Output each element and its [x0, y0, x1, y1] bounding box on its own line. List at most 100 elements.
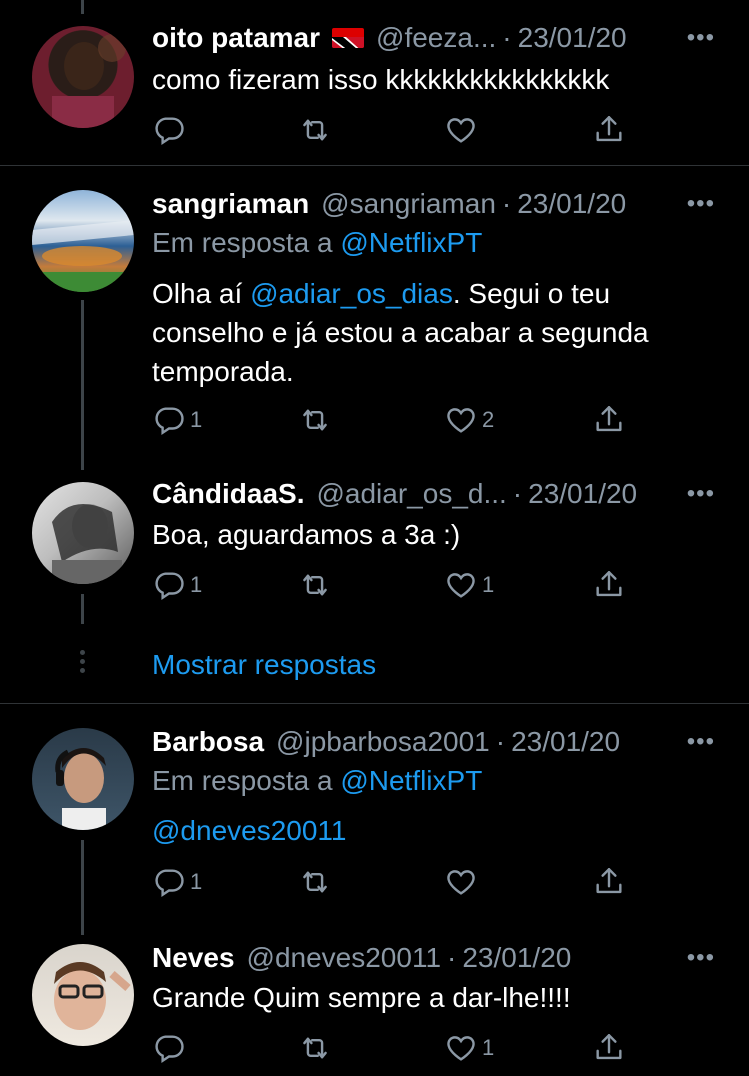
- reply-count: 1: [190, 869, 203, 894]
- separator: ·: [495, 726, 506, 757]
- retweet-icon: [298, 1031, 332, 1065]
- avatar-image: [54, 962, 131, 1030]
- tweet[interactable]: CândidaaS. @adiar_os_d... · 23/01/20 •••…: [0, 466, 749, 646]
- user-handle[interactable]: @adiar_os_d...: [316, 474, 506, 514]
- mention-link[interactable]: @adiar_os_dias: [250, 278, 453, 309]
- retweet-button[interactable]: [298, 1028, 332, 1068]
- heart-icon: [444, 1031, 478, 1065]
- heart-icon: [444, 568, 478, 602]
- retweet-button[interactable]: [298, 862, 332, 902]
- user-handle[interactable]: @feeza...: [376, 18, 496, 58]
- more-options-icon[interactable]: •••: [687, 474, 715, 514]
- user-handle[interactable]: @sangriaman: [321, 184, 496, 224]
- more-options-icon[interactable]: •••: [687, 722, 715, 762]
- tweet-text: Grande Quim sempre a dar-lhe!!!!: [152, 982, 571, 1013]
- share-button[interactable]: [592, 565, 626, 605]
- tweet-date[interactable]: 23/01/20: [528, 474, 637, 514]
- avatar-image: [52, 34, 126, 128]
- share-button[interactable]: [592, 110, 626, 150]
- like-button[interactable]: [444, 862, 482, 902]
- avatar[interactable]: [32, 26, 134, 128]
- reply-icon: [152, 403, 186, 437]
- display-name[interactable]: CândidaaS.: [152, 474, 304, 514]
- tweet-actions: 1 1: [152, 565, 632, 605]
- reply-prefix: Em resposta a: [152, 765, 341, 796]
- reply-icon: [152, 113, 186, 147]
- share-icon: [592, 1031, 626, 1065]
- reply-button[interactable]: [152, 110, 190, 150]
- text-segment: Olha aí: [152, 278, 251, 309]
- like-button[interactable]: [444, 110, 482, 150]
- separator: ·: [447, 942, 457, 973]
- tweet[interactable]: sangriaman @sangriaman · 23/01/20 ••• Em…: [0, 166, 749, 466]
- tweet-date[interactable]: 23/01/20: [517, 184, 626, 224]
- display-name[interactable]: sangriaman: [152, 184, 309, 224]
- avatar[interactable]: [32, 190, 134, 292]
- retweet-button[interactable]: [298, 110, 332, 150]
- tweet[interactable]: Barbosa @jpbarbosa2001 · 23/01/20 ••• Em…: [0, 704, 749, 936]
- user-handle[interactable]: @dneves20011: [247, 938, 442, 978]
- separator: ·: [502, 22, 512, 53]
- share-icon: [592, 865, 626, 899]
- show-replies-link[interactable]: Mostrar respostas: [152, 645, 376, 685]
- like-button[interactable]: 1: [444, 1028, 494, 1068]
- tweet-actions: 1: [152, 1028, 632, 1068]
- reply-icon: [152, 1031, 186, 1065]
- tweet-header: Neves @dneves20011 · 23/01/20: [152, 938, 749, 978]
- avatar-image: [32, 220, 134, 292]
- like-count: 2: [482, 407, 495, 432]
- retweet-icon: [298, 865, 332, 899]
- tweet-header: oito patamar @feeza... · 23/01/20: [152, 18, 749, 58]
- reply-to-mention[interactable]: @NetflixPT: [340, 227, 482, 258]
- reply-to-mention[interactable]: @NetflixPT: [340, 765, 482, 796]
- display-name[interactable]: oito patamar: [152, 18, 320, 58]
- avatar-image: [52, 504, 122, 584]
- share-button[interactable]: [592, 400, 626, 440]
- more-options-icon[interactable]: •••: [687, 938, 715, 978]
- avatar[interactable]: [32, 944, 134, 1046]
- tweet-header: sangriaman @sangriaman · 23/01/20: [152, 184, 749, 224]
- tweet[interactable]: oito patamar @feeza... · 23/01/20 ••• co…: [0, 0, 749, 165]
- reply-count: 1: [190, 572, 203, 597]
- reply-button[interactable]: 1: [152, 862, 202, 902]
- share-button[interactable]: [592, 1028, 626, 1068]
- share-icon: [592, 568, 626, 602]
- avatar[interactable]: [32, 482, 134, 584]
- tweet-text: @dneves20011: [152, 811, 712, 850]
- like-button[interactable]: 1: [444, 565, 494, 605]
- like-button[interactable]: 2: [444, 400, 494, 440]
- avatar[interactable]: [32, 728, 134, 830]
- flag-icon: [332, 28, 365, 48]
- tweet-actions: [152, 110, 632, 150]
- heart-icon: [444, 403, 478, 437]
- more-options-icon[interactable]: •••: [687, 18, 715, 58]
- reply-context: Em resposta a @NetflixPT: [152, 223, 482, 263]
- user-handle[interactable]: @jpbarbosa2001: [276, 722, 490, 762]
- reply-icon: [152, 865, 186, 899]
- retweet-button[interactable]: [298, 400, 332, 440]
- avatar-image: [55, 748, 106, 830]
- display-name[interactable]: Barbosa: [152, 722, 264, 762]
- reply-count: 1: [190, 407, 203, 432]
- reply-button[interactable]: 1: [152, 400, 202, 440]
- more-options-icon[interactable]: •••: [687, 184, 715, 224]
- reply-button[interactable]: [152, 1028, 190, 1068]
- retweet-button[interactable]: [298, 565, 332, 605]
- separator: ·: [501, 188, 512, 219]
- separator: ·: [512, 478, 523, 509]
- share-button[interactable]: [592, 862, 626, 902]
- reply-button[interactable]: 1: [152, 565, 202, 605]
- mention-link[interactable]: @dneves20011: [152, 815, 347, 846]
- tweet-text: Boa, aguardamos a 3a :): [152, 519, 461, 550]
- tweet-date[interactable]: 23/01/20: [462, 938, 571, 978]
- reply-icon: [152, 568, 186, 602]
- tweet[interactable]: Neves @dneves20011 · 23/01/20 ••• Grande…: [0, 936, 749, 1076]
- display-name[interactable]: Neves: [152, 938, 235, 978]
- reply-context: Em resposta a @NetflixPT: [152, 761, 482, 801]
- tweet-header: Barbosa @jpbarbosa2001 · 23/01/20: [152, 722, 749, 762]
- retweet-icon: [298, 403, 332, 437]
- tweet-date[interactable]: 23/01/20: [511, 722, 620, 762]
- heart-icon: [444, 113, 478, 147]
- tweet-date[interactable]: 23/01/20: [518, 18, 627, 58]
- tweet-actions: 1 2: [152, 400, 632, 440]
